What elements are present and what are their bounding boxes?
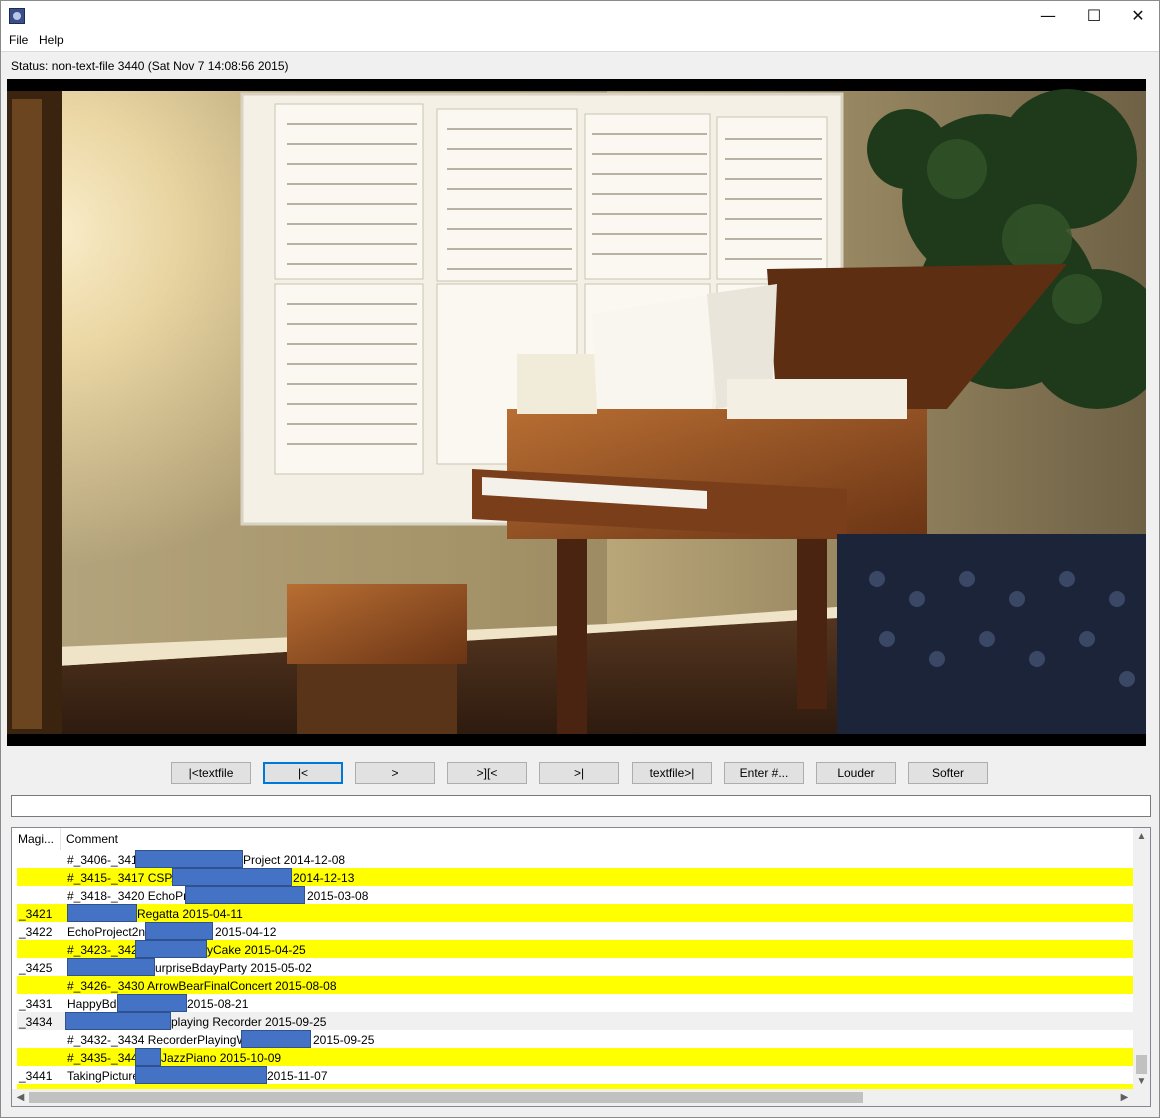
table-row[interactable]: _3434 playing Recorder 2015-09-25	[17, 1012, 1133, 1030]
redaction-block	[135, 850, 243, 868]
menu-file[interactable]: File	[9, 33, 28, 47]
living-room-grand-piano-image	[7, 79, 1146, 746]
main-window: — ☐ ✕ File Help Status: non-text-file 34…	[0, 0, 1160, 1118]
first-button[interactable]: |<	[263, 762, 343, 784]
redaction-block	[117, 994, 187, 1012]
table-row[interactable]: _3425 urpriseBdayParty 2015-05-02	[17, 958, 1133, 976]
play-button[interactable]: >	[355, 762, 435, 784]
next-textfile-button[interactable]: textfile>|	[632, 762, 712, 784]
step-button[interactable]: >][<	[447, 762, 527, 784]
comment-cell-tail: urpriseBdayParty 2015-05-02	[155, 961, 312, 975]
table-header: Magi... Comment	[12, 828, 1133, 850]
comment-cell: TakingPicture	[67, 1069, 140, 1083]
comment-cell: #_3406-_3414	[67, 853, 145, 867]
magic-cell: _3434	[19, 1015, 53, 1029]
comment-cell: #_3432-_3434 RecorderPlayingWith	[67, 1033, 261, 1047]
redaction-block	[172, 868, 292, 886]
title-bar[interactable]: — ☐ ✕	[1, 1, 1159, 31]
scroll-left-icon[interactable]: ◀	[12, 1089, 29, 1106]
redaction-block	[145, 922, 213, 940]
column-header-comment[interactable]: Comment	[66, 832, 118, 846]
redaction-block	[135, 1066, 267, 1084]
comment-cell: HappyBda	[67, 997, 124, 1011]
table-row[interactable]: #_3423-_3424 yCake 2015-04-25	[17, 940, 1133, 958]
magic-cell: _3425	[19, 961, 53, 975]
comment-cell-tail: yCake 2015-04-25	[207, 943, 306, 957]
table-row[interactable]: #_3418-_3420 EchoProje 2015-03-08	[17, 886, 1133, 904]
last-button[interactable]: >|	[539, 762, 619, 784]
comment-cell: #_3415-_3417 CSPAN	[67, 871, 189, 885]
table-row[interactable]: #_3415-_3417 CSPAN 2014-12-13	[17, 868, 1133, 886]
magic-cell: _3422	[19, 925, 53, 939]
column-header-magic[interactable]: Magi...	[18, 832, 54, 846]
redaction-block	[135, 940, 207, 958]
comment-cell-tail: 2014-12-13	[293, 871, 355, 885]
table-row[interactable]: _3421 Regatta 2015-04-11	[17, 904, 1133, 922]
table-row[interactable]: _3431 HappyBda 2015-08-21	[17, 994, 1133, 1012]
minimize-icon[interactable]: —	[1025, 1, 1071, 31]
table-row[interactable]: #_3432-_3434 RecorderPlayingWith 2015-09…	[17, 1030, 1133, 1048]
scroll-up-icon[interactable]: ▲	[1133, 828, 1150, 845]
comment-cell-tail: JazzPiano 2015-10-09	[161, 1051, 282, 1065]
redaction-block	[241, 1030, 311, 1048]
comment-cell: #_3435-_3440	[67, 1051, 145, 1065]
table-body: #_3406-_3414 Project 2014-12-08 #_3415-_…	[17, 850, 1133, 1090]
magic-cell: _3431	[19, 997, 53, 1011]
video-frame	[7, 79, 1146, 746]
table-row[interactable]: #_3426-_3430 ArrowBearFinalConcert 2015-…	[17, 976, 1133, 994]
redaction-block	[67, 958, 155, 976]
comment-cell-tail: 2015-09-25	[313, 1033, 375, 1047]
column-separator[interactable]	[60, 828, 61, 850]
status-text: Status: non-text-file 3440 (Sat Nov 7 14…	[11, 59, 289, 73]
comment-cell-tail: Project 2014-12-08	[243, 853, 346, 867]
redaction-block	[65, 1012, 171, 1030]
menu-bar: File Help	[1, 31, 1159, 52]
app-icon[interactable]	[9, 8, 25, 24]
comment-cell-tail: 2015-11-07	[267, 1069, 328, 1083]
scrollbar-corner	[1133, 1089, 1150, 1106]
scroll-right-icon[interactable]: ▶	[1116, 1089, 1133, 1106]
magic-cell: _3421	[19, 907, 53, 921]
softer-button[interactable]: Softer	[908, 762, 988, 784]
comment-cell-tail: Regatta 2015-04-11	[137, 907, 243, 921]
comment-cell-tail: 2015-08-21	[187, 997, 249, 1011]
magic-cell: _3441	[19, 1069, 53, 1083]
horizontal-scrollbar[interactable]: ◀ ▶	[12, 1089, 1133, 1106]
vertical-scrollbar[interactable]: ▲ ▼	[1133, 828, 1150, 1090]
close-icon[interactable]: ✕	[1115, 1, 1160, 31]
enter-number-button[interactable]: Enter #...	[724, 762, 804, 784]
comment-cell-tail: 2015-04-12	[215, 925, 277, 939]
file-list-table: Magi... Comment #_3406-_3414 Project 201…	[11, 827, 1151, 1107]
comment-cell: #_3423-_3424	[67, 943, 145, 957]
horizontal-scroll-thumb[interactable]	[29, 1092, 863, 1103]
maximize-icon[interactable]: ☐	[1071, 1, 1117, 31]
scroll-down-icon[interactable]: ▼	[1133, 1073, 1150, 1090]
comment-cell-tail: playing Recorder 2015-09-25	[171, 1015, 327, 1029]
redaction-block	[135, 1048, 161, 1066]
prev-textfile-button[interactable]: |<textfile	[171, 762, 251, 784]
menu-help[interactable]: Help	[39, 33, 64, 47]
vertical-scroll-thumb[interactable]	[1136, 1055, 1147, 1074]
comment-cell: #_3418-_3420 EchoProje	[67, 889, 204, 903]
louder-button[interactable]: Louder	[816, 762, 896, 784]
comment-cell: EchoProject2nd	[67, 925, 152, 939]
table-row[interactable]: #_3406-_3414 Project 2014-12-08	[17, 850, 1133, 868]
comment-cell-tail: 2015-03-08	[307, 889, 369, 903]
command-input[interactable]	[11, 795, 1151, 817]
redaction-block	[185, 886, 305, 904]
table-row[interactable]: #_3435-_3440 JazzPiano 2015-10-09	[17, 1048, 1133, 1066]
table-row[interactable]: _3441 TakingPicture 2015-11-07	[17, 1066, 1133, 1084]
table-row[interactable]: _3422 EchoProject2nd 2015-04-12	[17, 922, 1133, 940]
comment-cell: #_3426-_3430 ArrowBearFinalConcert 2015-…	[67, 979, 337, 993]
redaction-block	[67, 904, 137, 922]
